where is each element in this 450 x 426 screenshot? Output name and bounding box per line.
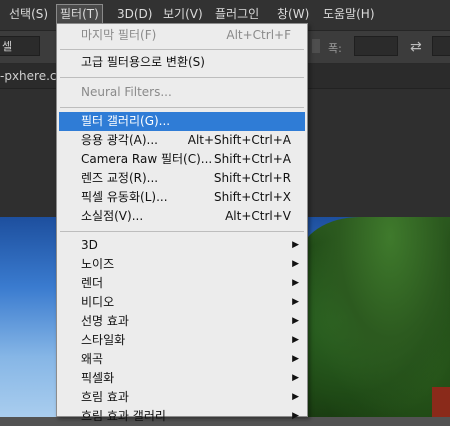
menu-item-label: 마지막 필터(F) xyxy=(81,28,157,42)
menu-item-label: 픽셀화 xyxy=(81,371,115,385)
menu-item-liquify[interactable]: 픽셀 유동화(L)... Shift+Ctrl+X xyxy=(59,188,305,207)
menu-separator xyxy=(60,231,304,232)
submenu-arrow-icon: ▶ xyxy=(292,392,299,402)
selection-style-select[interactable]: 셀 xyxy=(0,36,40,56)
width-field[interactable] xyxy=(354,36,398,56)
menu-item-shortcut: Alt+Ctrl+F xyxy=(226,28,291,42)
menu-item-vanishing-point[interactable]: 소실점(V)... Alt+Ctrl+V xyxy=(59,207,305,226)
menu-item-filter-gallery[interactable]: 필터 갤러리(G)... xyxy=(59,112,305,131)
menu-item-3d[interactable]: 3D ▶ xyxy=(59,236,305,255)
menu-item-label: 흐림 효과 xyxy=(81,390,129,404)
width-label: 폭: xyxy=(328,42,342,55)
submenu-arrow-icon: ▶ xyxy=(292,278,299,288)
menu-item-label: 노이즈 xyxy=(81,257,115,271)
menu-item-adaptive-wide-angle[interactable]: 응용 광각(A)... Alt+Shift+Ctrl+A xyxy=(59,131,305,150)
height-field[interactable] xyxy=(432,36,450,56)
menu-item-label: 렌즈 교정(R)... xyxy=(81,171,159,185)
menu-item-noise[interactable]: 노이즈 ▶ xyxy=(59,255,305,274)
submenu-arrow-icon: ▶ xyxy=(292,259,299,269)
submenu-arrow-icon: ▶ xyxy=(292,354,299,364)
submenu-arrow-icon: ▶ xyxy=(292,297,299,307)
submenu-arrow-icon: ▶ xyxy=(292,373,299,383)
menu-item-label: 응용 광각(A)... xyxy=(81,133,158,147)
menu-item-shortcut: Shift+Ctrl+A xyxy=(214,152,291,166)
menu-window[interactable]: 창(W) xyxy=(274,5,312,24)
menu-item-shortcut: Alt+Ctrl+V xyxy=(225,209,291,223)
menu-item-label: 비디오 xyxy=(81,295,115,309)
menu-item-neural-filters[interactable]: Neural Filters... xyxy=(59,83,305,102)
menu-filter[interactable]: 필터(T) xyxy=(56,4,103,25)
menu-item-label: 왜곡 xyxy=(81,352,104,366)
menu-help[interactable]: 도움말(H) xyxy=(320,5,378,24)
menu-item-stylize[interactable]: 스타일화 ▶ xyxy=(59,331,305,350)
menu-item-pixelate[interactable]: 픽셀화 ▶ xyxy=(59,369,305,388)
menu-item-label: 필터 갤러리(G)... xyxy=(81,114,171,128)
menu-item-shortcut: Alt+Shift+Ctrl+A xyxy=(187,133,291,147)
menu-separator xyxy=(60,49,304,50)
menu-item-distort[interactable]: 왜곡 ▶ xyxy=(59,350,305,369)
menu-item-last-filter[interactable]: 마지막 필터(F) Alt+Ctrl+F xyxy=(59,26,305,45)
menu-item-shortcut: Shift+Ctrl+X xyxy=(214,190,291,204)
menu-item-label: 픽셀 유동화(L)... xyxy=(81,190,168,204)
menu-item-label: 렌더 xyxy=(81,276,104,290)
options-divider xyxy=(312,39,320,53)
menu-item-label: 선명 효과 xyxy=(81,314,129,328)
menu-item-label: Neural Filters... xyxy=(81,85,172,99)
menu-item-convert-smart-filters[interactable]: 고급 필터용으로 변환(S) xyxy=(59,53,305,72)
menu-separator xyxy=(60,107,304,108)
pavilion-roof-image-region xyxy=(432,387,450,417)
trees-image-region xyxy=(300,217,450,417)
menu-separator xyxy=(60,77,304,78)
menu-plugins[interactable]: 플러그인 xyxy=(212,5,262,24)
menu-item-label: 스타일화 xyxy=(81,333,126,347)
document-tab[interactable]: -pxhere.co xyxy=(0,69,64,83)
menu-item-label: 고급 필터용으로 변환(S) xyxy=(81,55,205,69)
menu-item-sharpen[interactable]: 선명 효과 ▶ xyxy=(59,312,305,331)
menu-view[interactable]: 보기(V) xyxy=(160,5,206,24)
menu-item-label: Camera Raw 필터(C)... xyxy=(81,152,213,166)
menu-item-camera-raw-filter[interactable]: Camera Raw 필터(C)... Shift+Ctrl+A xyxy=(59,150,305,169)
menu-item-render[interactable]: 렌더 ▶ xyxy=(59,274,305,293)
menu-item-video[interactable]: 비디오 ▶ xyxy=(59,293,305,312)
menu-item-label: 소실점(V)... xyxy=(81,209,144,223)
menu-select[interactable]: 선택(S) xyxy=(6,5,51,24)
swap-arrows-icon[interactable]: ⇄ xyxy=(410,39,422,55)
submenu-arrow-icon: ▶ xyxy=(292,316,299,326)
menu-item-shortcut: Shift+Ctrl+R xyxy=(213,171,291,185)
submenu-arrow-icon: ▶ xyxy=(292,335,299,345)
menu-item-lens-correction[interactable]: 렌즈 교정(R)... Shift+Ctrl+R xyxy=(59,169,305,188)
submenu-arrow-icon: ▶ xyxy=(292,240,299,250)
menu-item-blur[interactable]: 흐림 효과 ▶ xyxy=(59,388,305,407)
menu-item-label: 3D xyxy=(81,238,98,252)
menu-3d[interactable]: 3D(D) xyxy=(114,5,155,24)
filter-menu-dropdown: 마지막 필터(F) Alt+Ctrl+F 고급 필터용으로 변환(S) Neur… xyxy=(56,23,308,423)
